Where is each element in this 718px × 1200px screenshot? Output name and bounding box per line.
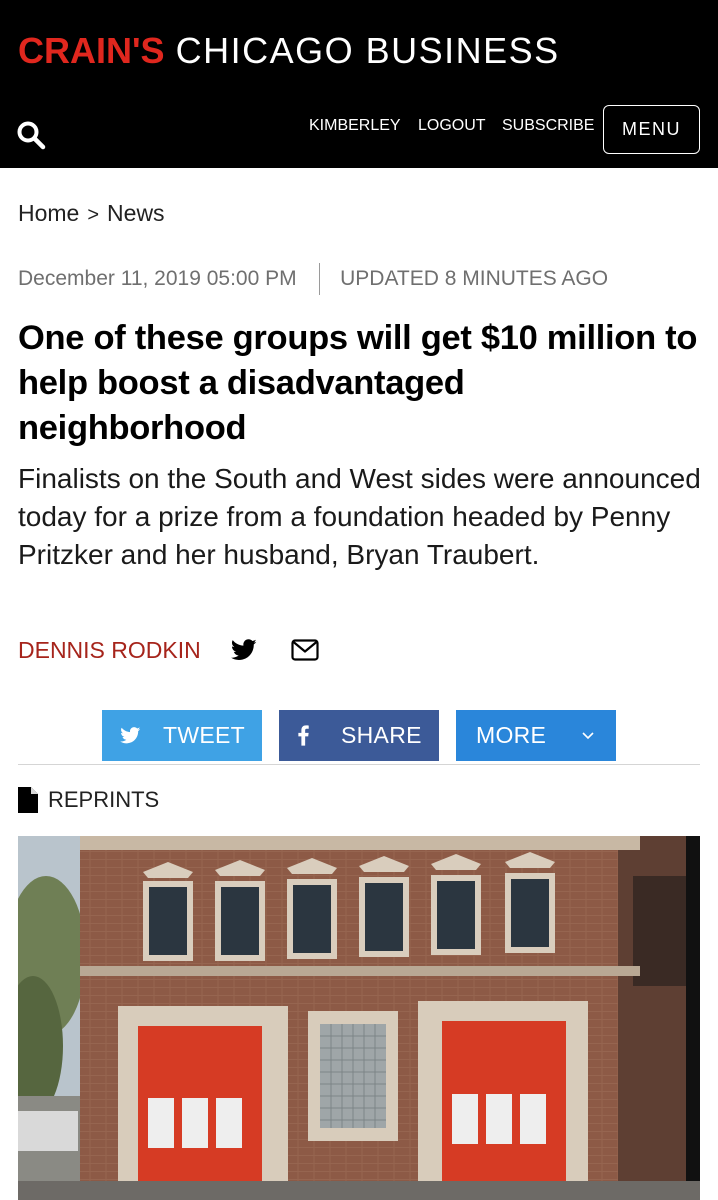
facebook-icon [298,725,309,746]
search-icon[interactable] [16,120,46,150]
share-label: SHARE [341,722,422,748]
logo-brand: CRAIN'S [18,30,165,71]
updated-time: UPDATED 8 MINUTES AGO [340,267,609,290]
site-logo[interactable]: CRAIN'S CHICAGO BUSINESS [18,30,560,72]
email-icon[interactable] [291,639,319,661]
twitter-icon[interactable] [230,639,257,661]
reprints-label: REPRINTS [48,787,160,812]
divider [18,764,700,765]
facebook-share-button[interactable]: SHARE [279,710,439,761]
twitter-icon [120,727,141,744]
breadcrumb-home[interactable]: Home [18,200,79,226]
article-headline: One of these groups will get $10 million… [18,319,698,447]
article-photo [18,836,700,1200]
breadcrumb-separator: > [87,204,100,226]
article-subhead: Finalists on the South and West sides we… [18,463,701,570]
publish-date: December 11, 2019 05:00 PM [18,267,297,290]
byline: DENNIS RODKIN [18,634,319,666]
chevron-down-icon [582,731,594,739]
tweet-button[interactable]: TWEET [102,710,262,761]
dateline-divider [318,263,321,295]
menu-button[interactable]: MENU [603,105,700,154]
more-label: MORE [476,722,547,748]
breadcrumb: Home > News [18,200,165,227]
author-link[interactable]: DENNIS RODKIN [18,637,201,664]
nav-user-link[interactable]: KIMBERLEY [309,117,401,135]
nav-subscribe-link[interactable]: SUBSCRIBE [502,117,594,135]
breadcrumb-news[interactable]: News [107,200,165,226]
document-icon [18,787,38,813]
dateline: December 11, 2019 05:00 PM UPDATED 8 MIN… [18,263,608,295]
more-share-button[interactable]: MORE [456,710,616,761]
masthead: CRAIN'S CHICAGO BUSINESS KIMBERLEY LOGOU… [0,0,718,168]
tweet-label: TWEET [163,722,245,748]
share-bar: TWEET SHARE MORE [0,710,718,761]
reprints-link[interactable]: REPRINTS [18,787,159,813]
logo-title: CHICAGO BUSINESS [175,30,560,71]
firehouse-image [18,836,700,1200]
nav-logout-link[interactable]: LOGOUT [418,117,486,135]
